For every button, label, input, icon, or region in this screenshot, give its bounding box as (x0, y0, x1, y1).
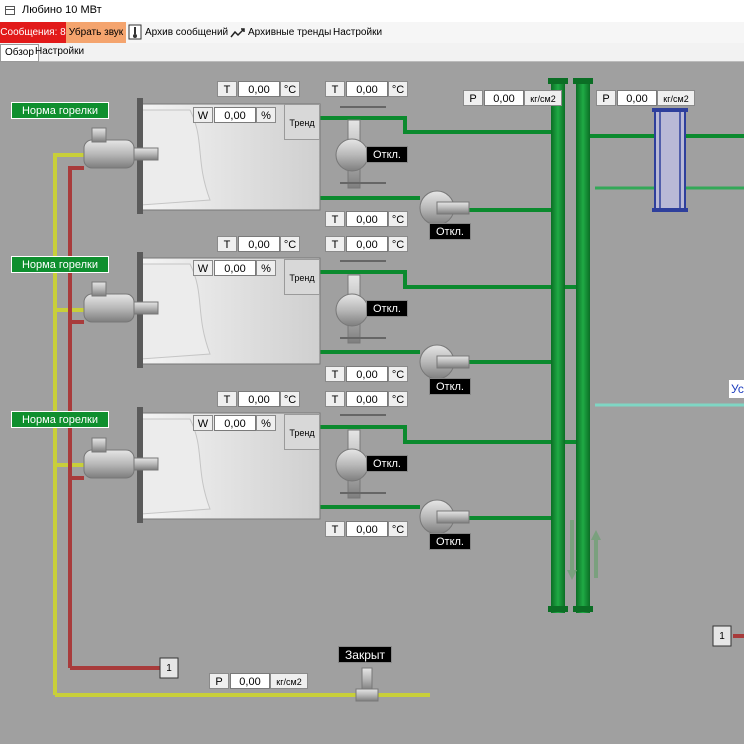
boiler-1-temp-value: 0,00 (238, 81, 280, 97)
boiler-2-w-value: 0,00 (214, 260, 256, 276)
t-label: T (325, 236, 345, 252)
gas-valve-status[interactable]: Закрыт (338, 646, 392, 663)
heat-exchanger (652, 108, 688, 212)
deg-unit: °C (280, 81, 300, 97)
boiler-3-in-temp-value: 0,00 (346, 521, 388, 537)
boiler-1-in-temp-value: 0,00 (346, 211, 388, 227)
boiler-3-temp-value: 0,00 (238, 391, 280, 407)
flow-arrow-up-icon (591, 530, 601, 578)
w-label: W (193, 107, 213, 123)
mute-sound-button[interactable]: Убрать звук (66, 22, 126, 43)
deg-unit: °C (388, 391, 408, 407)
toolbar: Сообщения: 8 Убрать звук Архив сообщений… (0, 22, 744, 44)
boiler-2-temp-value: 0,00 (238, 236, 280, 252)
pressure-unit: кг/см2 (270, 673, 308, 689)
p-label: P (209, 673, 229, 689)
deg-unit: °C (388, 236, 408, 252)
pump-bottom-2-status[interactable]: Откл. (429, 378, 471, 395)
deg-unit: °C (388, 81, 408, 97)
t-label: T (217, 81, 237, 97)
messages-button[interactable]: Сообщения: 8 (0, 22, 66, 43)
t-label: T (325, 366, 345, 382)
p-label: P (463, 90, 483, 106)
archive-messages-label: Архив сообщений (145, 27, 229, 38)
tab-settings[interactable]: Настройки (31, 44, 88, 60)
gas-link-label-left: 1 (166, 663, 172, 674)
pct-unit: % (256, 260, 276, 276)
deg-unit: °C (388, 366, 408, 382)
archive-trends-label: Архивные тренды (248, 27, 332, 38)
t-label: T (325, 211, 345, 227)
trend-button-2[interactable]: Тренд (284, 259, 320, 295)
t-label: T (325, 391, 345, 407)
pump-top-1-status[interactable]: Откл. (366, 146, 408, 163)
deg-unit: °C (280, 236, 300, 252)
header-pipe-left (551, 78, 565, 613)
w-label: W (193, 260, 213, 276)
title-bar: Любино 10 МВт (0, 0, 744, 23)
pump-top-3-status[interactable]: Откл. (366, 455, 408, 472)
tab-bar: Обзор Настройки (0, 43, 744, 62)
settings-menu-button[interactable]: Настройки (333, 22, 382, 43)
archive-messages-icon (128, 24, 142, 40)
boiler-1-out-temp-value: 0,00 (346, 81, 388, 97)
deg-unit: °C (280, 391, 300, 407)
p-label: P (596, 90, 616, 106)
pump-bottom-1-status[interactable]: Откл. (429, 223, 471, 240)
t-label: T (217, 236, 237, 252)
window-title: Любино 10 МВт (22, 4, 102, 16)
window-icon (5, 6, 15, 15)
t-label: T (325, 81, 345, 97)
burner-status-1[interactable]: Норма горелки (11, 102, 109, 119)
pressure-unit: кг/см2 (657, 90, 695, 106)
deg-unit: °C (388, 211, 408, 227)
header-pressure-2-value: 0,00 (617, 90, 657, 106)
pump-top-2-status[interactable]: Откл. (366, 300, 408, 317)
t-label: T (217, 391, 237, 407)
edge-label[interactable]: Ус (729, 380, 744, 398)
trend-button-1[interactable]: Тренд (284, 104, 320, 140)
pump-bottom-3-status[interactable]: Откл. (429, 533, 471, 550)
pressure-unit: кг/см2 (524, 90, 562, 106)
boiler-2-out-temp-value: 0,00 (346, 236, 388, 252)
gas-valve[interactable] (355, 667, 379, 702)
burner-status-3[interactable]: Норма горелки (11, 411, 109, 428)
trend-line-icon (230, 28, 245, 38)
deg-unit: °C (388, 521, 408, 537)
boiler-2-in-temp-value: 0,00 (346, 366, 388, 382)
pct-unit: % (256, 107, 276, 123)
boiler-1-w-value: 0,00 (214, 107, 256, 123)
header-pipe-right (576, 78, 590, 613)
w-label: W (193, 415, 213, 431)
boiler-3-w-value: 0,00 (214, 415, 256, 431)
boiler-3-out-temp-value: 0,00 (346, 391, 388, 407)
flow-arrow-down-icon (567, 520, 577, 580)
trend-button-3[interactable]: Тренд (284, 414, 320, 450)
header-pressure-1-value: 0,00 (484, 90, 524, 106)
pct-unit: % (256, 415, 276, 431)
burner-status-2[interactable]: Норма горелки (11, 256, 109, 273)
gas-link-label-right: 1 (719, 631, 725, 642)
gas-pressure-value: 0,00 (230, 673, 270, 689)
t-label: T (325, 521, 345, 537)
